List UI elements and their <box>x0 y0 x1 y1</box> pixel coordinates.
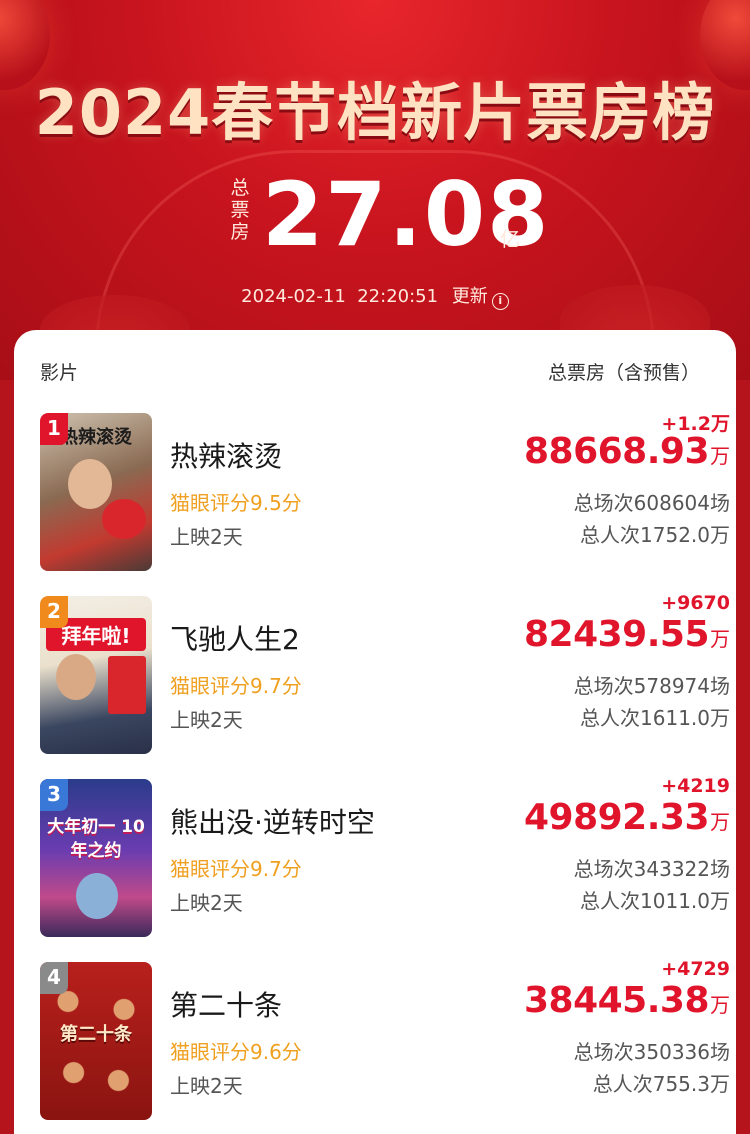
movie-people: 总人次755.3万 <box>592 1072 730 1096</box>
movie-people: 总人次1752.0万 <box>580 523 730 547</box>
box-number: 82439.55 <box>523 614 710 655</box>
red-envelope <box>108 656 146 714</box>
movie-row[interactable]: 大年初一 10年之约 3 熊出没·逆转时空 猫眼评分9.7分 上映2天 +421… <box>40 775 730 939</box>
movie-title[interactable]: 熊出没·逆转时空 <box>170 801 375 841</box>
movie-people: 总人次1011.0万 <box>580 889 730 913</box>
movie-rating: 猫眼评分9.7分 <box>170 674 302 698</box>
movie-people: 总人次1611.0万 <box>580 706 730 730</box>
movie-rating: 猫眼评分9.6分 <box>170 1040 302 1064</box>
movie-days: 上映2天 <box>170 891 243 915</box>
box-unit: 万 <box>710 444 730 468</box>
poster-character <box>76 873 118 919</box>
box-office-value: 38445.38万 <box>524 980 730 1021</box>
total-box-office: 总票房 27.08 亿 <box>0 165 750 265</box>
movie-poster[interactable]: 热辣滚烫 1 <box>40 413 152 571</box>
page-title: 2024春节档新片票房榜 <box>34 76 716 149</box>
movie-rating: 猫眼评分9.7分 <box>170 857 302 881</box>
box-office-value: 82439.55万 <box>524 614 730 655</box>
box-unit: 万 <box>710 993 730 1017</box>
ranking-card: 影片 总票房（含预售） 热辣滚烫 1 热辣滚烫 猫眼评分9.5分 上映2天 +1… <box>14 330 736 1134</box>
movie-shows: 总场次608604场 <box>573 491 730 515</box>
movie-title[interactable]: 飞驰人生2 <box>170 618 300 658</box>
movie-rating: 猫眼评分9.5分 <box>170 491 302 515</box>
poster-title: 第二十条 <box>60 1024 132 1045</box>
rank-badge: 4 <box>40 962 68 994</box>
rank-badge: 3 <box>40 779 68 811</box>
box-unit: 万 <box>710 810 730 834</box>
movie-days: 上映2天 <box>170 525 243 549</box>
update-label[interactable]: 更新 <box>452 286 488 307</box>
column-box-office: 总票房（含预售） <box>547 362 700 384</box>
box-delta: +4219 <box>661 775 730 797</box>
movie-title[interactable]: 第二十条 <box>170 984 282 1024</box>
info-icon[interactable]: i <box>491 293 509 310</box>
box-number: 38445.38 <box>523 980 710 1021</box>
movie-days: 上映2天 <box>170 1074 243 1098</box>
movie-poster[interactable]: 第二十条 4 <box>40 962 152 1120</box>
rank-badge: 1 <box>40 413 68 445</box>
total-unit: 亿 <box>500 227 520 251</box>
movie-row[interactable]: 拜年啦! 2 飞驰人生2 猫眼评分9.7分 上映2天 +9670 82439.5… <box>40 592 730 756</box>
movie-title[interactable]: 热辣滚烫 <box>170 435 282 475</box>
update-timestamp: 2024-02-11 22:20:51 <box>241 286 439 307</box>
boxing-glove <box>102 499 146 539</box>
box-number: 49892.33 <box>523 797 710 838</box>
movie-shows: 总场次578974场 <box>573 674 730 698</box>
box-office-value: 88668.93万 <box>524 431 730 472</box>
movie-row[interactable]: 热辣滚烫 1 热辣滚烫 猫眼评分9.5分 上映2天 +1.2万 88668.93… <box>40 413 730 573</box>
poster-title: 大年初一 10年之约 <box>47 817 145 861</box>
movie-shows: 总场次350336场 <box>573 1040 730 1064</box>
box-delta: +9670 <box>661 592 730 614</box>
movie-shows: 总场次343322场 <box>573 857 730 881</box>
movie-days: 上映2天 <box>170 708 243 732</box>
box-office-value: 49892.33万 <box>524 797 730 838</box>
column-film: 影片 <box>40 362 79 384</box>
hero-banner: 2024春节档新片票房榜 总票房 27.08 亿 2024-02-11 22:2… <box>0 0 750 380</box>
total-label: 总票房 <box>230 177 250 243</box>
movie-row[interactable]: 第二十条 4 第二十条 猫眼评分9.6分 上映2天 +4729 38445.38… <box>40 958 730 1122</box>
movie-poster[interactable]: 大年初一 10年之约 3 <box>40 779 152 937</box>
box-number: 88668.93 <box>523 431 710 472</box>
poster-face <box>68 459 112 509</box>
movie-poster[interactable]: 拜年啦! 2 <box>40 596 152 754</box>
box-delta: +4729 <box>661 958 730 980</box>
rank-badge: 2 <box>40 596 68 628</box>
box-unit: 万 <box>710 627 730 651</box>
poster-face <box>56 654 96 700</box>
update-line: 2024-02-11 22:20:51 更新 i <box>0 282 750 310</box>
